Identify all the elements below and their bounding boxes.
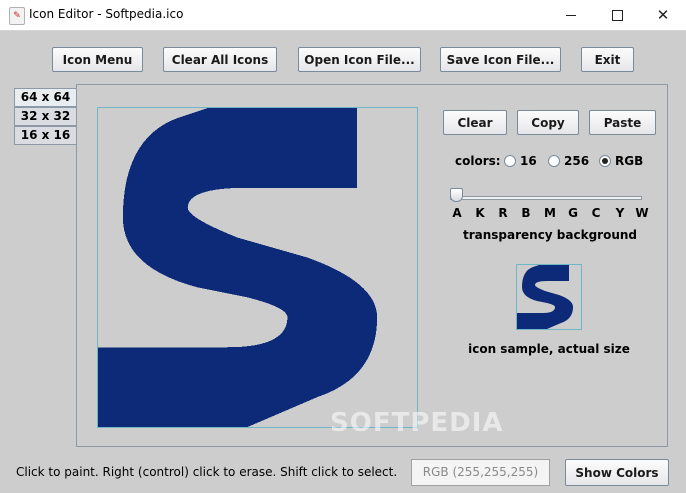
tab-32x32[interactable]: 32 x 32 [14,107,76,126]
copy-button[interactable]: Copy [517,110,579,135]
app-icon: ✎ [9,7,25,25]
icon-menu-button[interactable]: Icon Menu [52,47,143,72]
clear-all-icons-button[interactable]: Clear All Icons [163,47,277,72]
paste-button[interactable]: Paste [589,110,656,135]
minimize-icon [566,15,576,16]
tick-label: M [544,206,556,220]
colors-label: colors: [455,154,501,168]
save-icon-file-button[interactable]: Save Icon File... [440,47,561,72]
canvas-drawing [98,108,378,427]
open-label: Open Icon File... [304,52,415,67]
icon-menu-label: Icon Menu [62,52,133,67]
tick-label: R [498,206,508,220]
sample-s-shape [517,265,573,329]
softpedia-watermark: SOFTPEDIA [330,408,504,438]
show-colors-label: Show Colors [575,465,659,480]
clear-all-label: Clear All Icons [171,52,269,67]
icon-sample-drawing [517,265,573,329]
transparency-label: transparency background [462,228,638,242]
tab-16x16[interactable]: 16 x 16 [14,126,76,145]
color-256-radio[interactable] [548,155,560,167]
icon-sample-preview [516,264,582,330]
tick-label: Y [615,206,625,220]
color-16-radio[interactable] [504,155,516,167]
clear-button[interactable]: Clear [443,110,507,135]
pixel-canvas[interactable] [97,107,418,428]
clear-label: Clear [457,115,493,130]
tick-label: K [475,206,485,220]
copy-label: Copy [531,115,565,130]
letter-s-shape [98,108,378,427]
exit-label: Exit [594,52,621,67]
transparency-slider-track[interactable] [450,196,642,200]
close-button[interactable]: ✕ [640,0,686,30]
tick-label: W [635,206,649,220]
tab-64x64[interactable]: 64 x 64 [14,88,76,107]
maximize-icon [611,10,623,21]
color-16-label: 16 [520,154,537,168]
icon-sample-label: icon sample, actual size [468,342,630,356]
save-label: Save Icon File... [446,52,555,67]
tick-label: A [452,206,462,220]
color-rgb-label: RGB [615,154,644,168]
transparency-slider-thumb[interactable] [450,188,463,202]
maximize-button[interactable] [594,0,640,30]
title-bar: ✎ Icon Editor - Softpedia.ico ✕ [0,0,686,31]
paste-label: Paste [603,115,642,130]
color-256-label: 256 [564,154,590,168]
exit-button[interactable]: Exit [581,47,634,72]
tick-label: C [591,206,601,220]
close-icon: ✕ [656,6,670,24]
rgb-readout: RGB (255,255,255) [411,459,550,486]
color-rgb-radio[interactable] [599,155,611,167]
status-text: Click to paint. Right (control) click to… [16,465,398,479]
minimize-button[interactable] [548,0,594,30]
tick-label: B [521,206,531,220]
open-icon-file-button[interactable]: Open Icon File... [298,47,421,72]
window-title: Icon Editor - Softpedia.ico [29,7,184,21]
show-colors-button[interactable]: Show Colors [565,459,669,486]
tick-label: G [568,206,578,220]
